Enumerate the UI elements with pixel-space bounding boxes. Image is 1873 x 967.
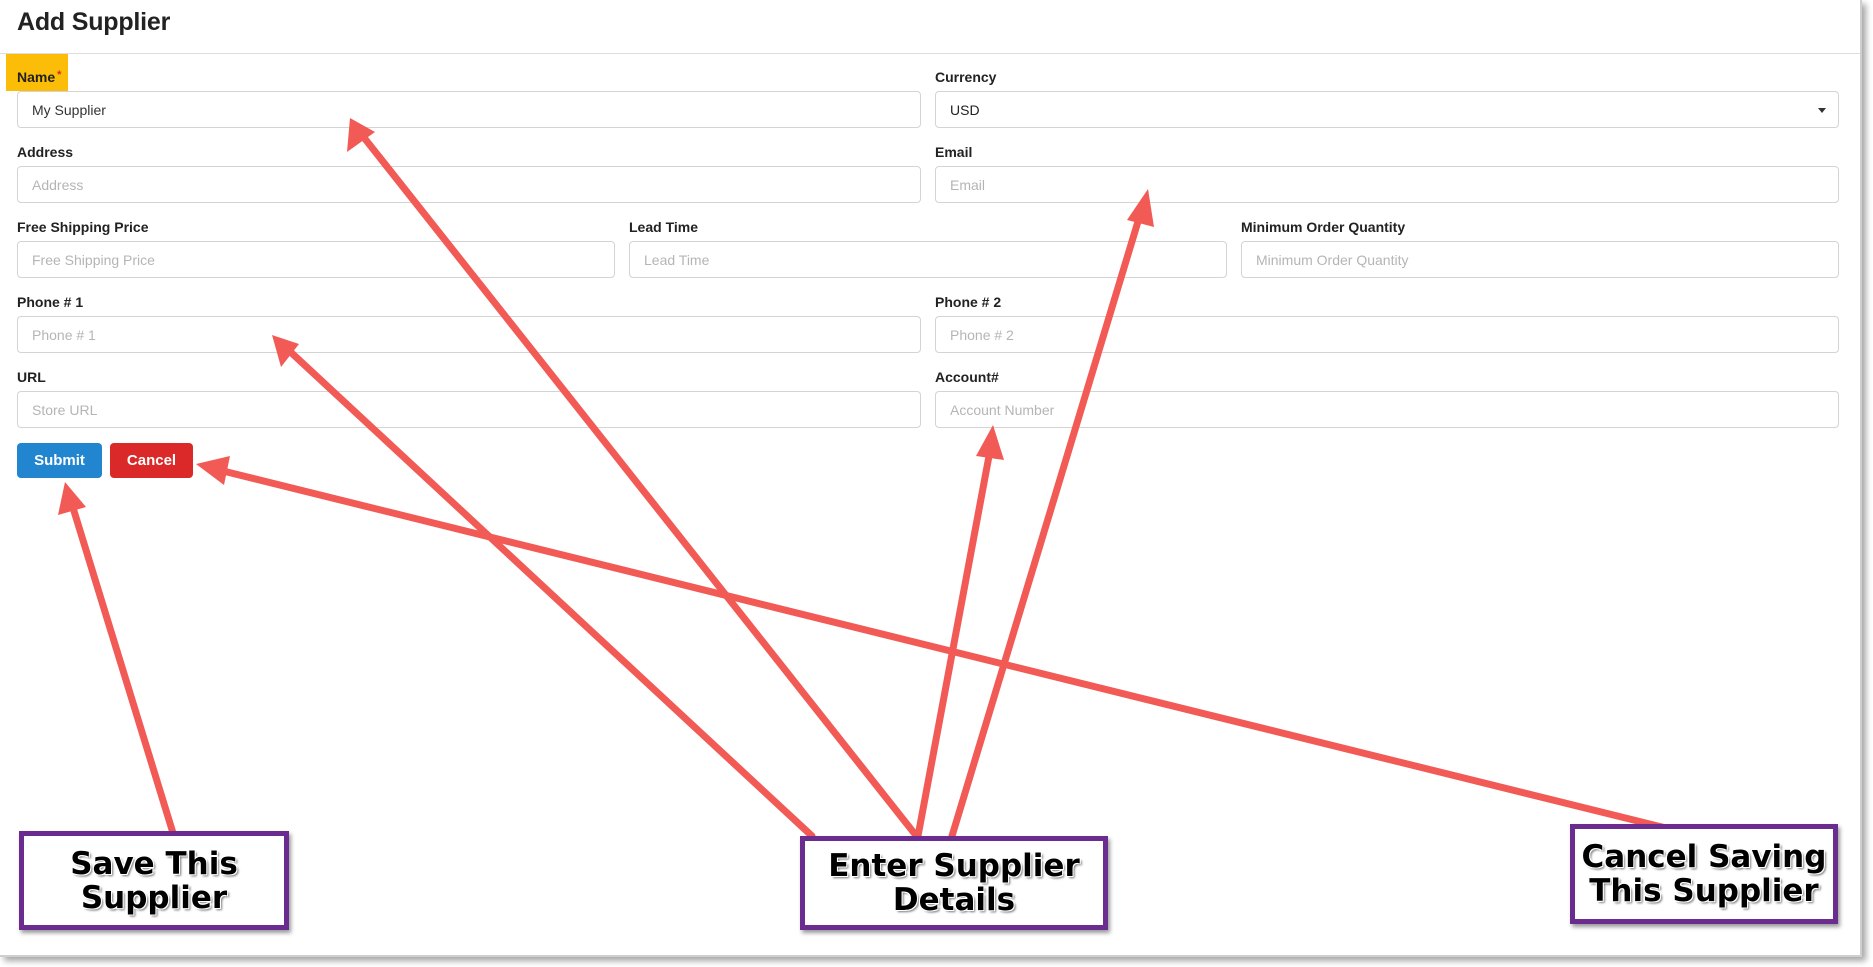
cancel-button[interactable]: Cancel: [110, 443, 193, 478]
free-shipping-price-label: Free Shipping Price: [17, 219, 149, 235]
callout-enter-text: Enter Supplier Details: [828, 849, 1080, 917]
email-label: Email: [935, 144, 973, 160]
url-input[interactable]: [17, 391, 921, 428]
callout-enter-line2: Details: [892, 882, 1016, 918]
required-asterisk: *: [57, 69, 62, 81]
name-label: Name *: [17, 69, 61, 85]
dropdown-caret-icon: [1818, 108, 1826, 113]
name-label-text: Name: [17, 69, 56, 85]
currency-label: Currency: [935, 69, 997, 85]
account-label: Account#: [935, 369, 999, 385]
address-label: Address: [17, 144, 74, 160]
callout-enter-line1: Enter Supplier: [828, 848, 1080, 884]
phone2-label: Phone # 2: [935, 294, 1002, 310]
callout-save-text: Save This Supplier: [70, 847, 238, 915]
address-input[interactable]: [17, 166, 921, 203]
arrow-cancel-saving-to-cancel: [196, 456, 1674, 833]
callout-cancel-saving: Cancel Saving This Supplier: [1570, 824, 1838, 924]
name-input[interactable]: [17, 91, 921, 128]
title-divider: [0, 53, 1860, 54]
arrow-enter-to-account: [914, 425, 1004, 840]
phone2-input[interactable]: [935, 316, 1839, 353]
currency-selected-value: USD: [950, 102, 980, 118]
account-number-input[interactable]: [935, 391, 1839, 428]
callout-cancel-line2: This Supplier: [1589, 873, 1819, 909]
page-title: Add Supplier: [17, 8, 171, 36]
email-input[interactable]: [935, 166, 1839, 203]
arrow-enter-to-email: [948, 189, 1154, 840]
name-label-highlight: Name *: [6, 54, 68, 91]
lead-time-label: Lead Time: [629, 219, 698, 235]
arrow-save-to-submit: [58, 482, 177, 837]
url-label: URL: [17, 369, 46, 385]
phone1-input[interactable]: [17, 316, 921, 353]
minimum-order-quantity-input[interactable]: [1241, 241, 1839, 278]
callout-cancel-text: Cancel Saving This Supplier: [1582, 840, 1827, 908]
page-frame: Add Supplier Name* Currency USD Address …: [0, 0, 1862, 957]
phone1-label: Phone # 1: [17, 294, 84, 310]
callout-save-line2: Supplier: [80, 879, 228, 916]
free-shipping-price-input[interactable]: [17, 241, 615, 278]
callout-save-line1: Save This: [70, 845, 238, 882]
callout-enter-details: Enter Supplier Details: [800, 836, 1108, 930]
callout-save-supplier: Save This Supplier: [19, 831, 289, 930]
minimum-order-quantity-label: Minimum Order Quantity: [1241, 219, 1406, 235]
lead-time-input[interactable]: [629, 241, 1227, 278]
callout-cancel-line1: Cancel Saving: [1581, 839, 1827, 875]
currency-select[interactable]: USD: [935, 91, 1839, 128]
submit-button[interactable]: Submit: [17, 443, 102, 478]
